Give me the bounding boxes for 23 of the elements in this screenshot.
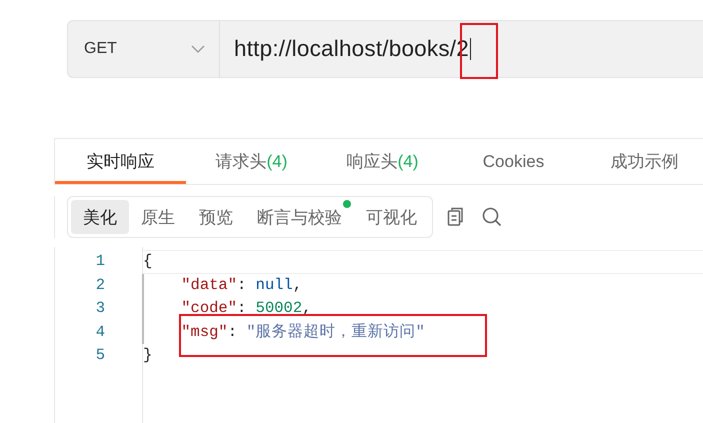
response-tab[interactable]: Cookies (448, 139, 579, 184)
copy-icon[interactable] (447, 207, 464, 227)
line-number: 4 (94, 322, 105, 342)
view-tab[interactable]: 断言与校验 (245, 200, 354, 234)
response-tab[interactable]: 实时响应 (55, 139, 186, 184)
view-tab[interactable]: 美化 (71, 200, 129, 234)
code-line: { (143, 251, 152, 272)
code-line: "msg": "服务器超时，重新访问" (181, 322, 425, 342)
line-number: 2 (94, 274, 105, 296)
view-tab[interactable]: 预览 (187, 200, 245, 234)
response-tab[interactable]: 请求头(4) (186, 139, 317, 184)
line-number: 5 (94, 345, 105, 366)
response-tab[interactable]: 响应头(4) (317, 139, 448, 184)
view-tab[interactable]: 原生 (129, 200, 187, 234)
code-line: } (143, 345, 152, 366)
chevron-icon (191, 45, 205, 53)
response-tab[interactable]: 成功示例 (579, 139, 703, 184)
search-icon[interactable] (482, 207, 502, 227)
code-line: "data": null, (181, 274, 302, 296)
method-dropdown[interactable]: GET (68, 21, 220, 77)
view-tab[interactable]: 可视化 (354, 200, 429, 234)
line-number: 3 (94, 298, 105, 319)
line-number: 1 (94, 251, 105, 272)
